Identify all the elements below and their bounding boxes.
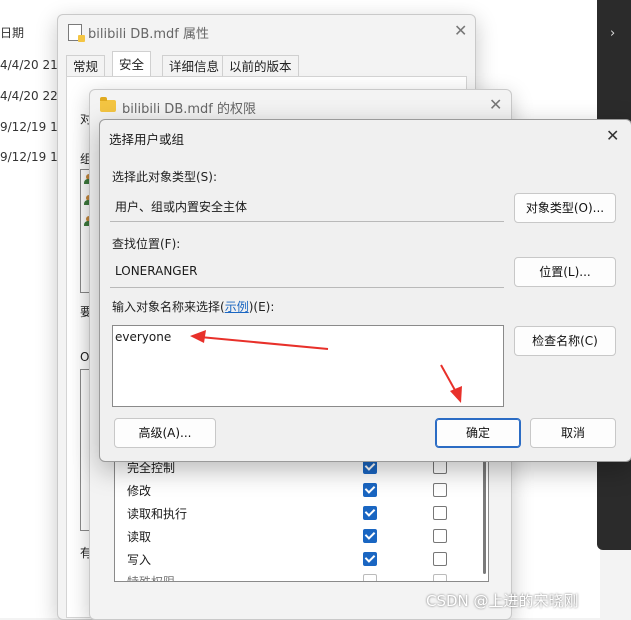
arrow-head: [190, 330, 206, 343]
arrow-head: [450, 386, 462, 403]
annotation-arrow: [199, 336, 329, 350]
watermark: CSDN @上进的宋晓刚: [426, 592, 579, 610]
annotation-arrows: [190, 330, 462, 403]
annotation-arrow: [440, 364, 457, 393]
